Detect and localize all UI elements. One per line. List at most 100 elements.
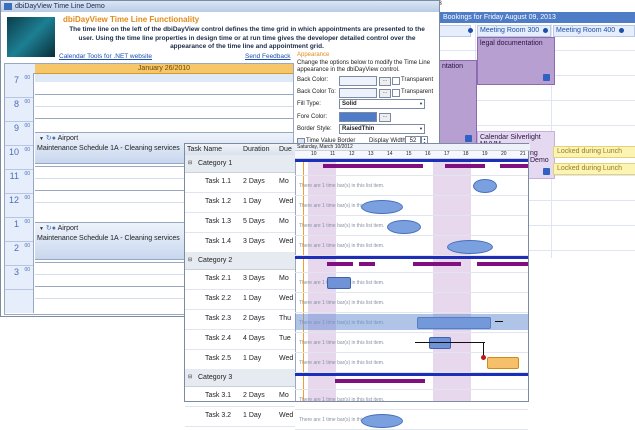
summary-bar[interactable] — [335, 379, 425, 383]
task-due: Wed — [279, 355, 294, 362]
hour-number: 3 — [13, 267, 19, 277]
collapse-icon[interactable]: ⊟ — [188, 369, 192, 386]
appointment[interactable]: ntation — [439, 60, 477, 146]
task-due: Thu — [279, 315, 292, 322]
task-due: Tue — [279, 335, 291, 342]
task-row[interactable]: Task 1.1 2 Days Mo — [185, 172, 295, 193]
appointment-label: ntation — [442, 63, 464, 70]
summary-bar[interactable] — [323, 164, 423, 168]
summary-bar[interactable] — [413, 262, 461, 266]
room-label: Meeting Room 300 — [480, 27, 540, 34]
task-row[interactable]: Task 2.3 2 Days Thu — [185, 309, 295, 330]
task-name: Task 1.4 — [205, 238, 232, 245]
timebar-ellipse[interactable] — [387, 220, 421, 234]
category-row[interactable]: ⊟ Category 1 — [185, 155, 295, 173]
column-header-task-name[interactable]: Task Name — [187, 144, 222, 155]
settings-intro: Change the options below to modify the T… — [297, 60, 431, 73]
room-header-3[interactable]: Meeting Room 400 — [553, 25, 635, 37]
timebar-highlight[interactable] — [487, 357, 519, 369]
timebar-info: There are 1 time bar(s) in this list ite… — [299, 223, 385, 229]
back-color-to-swatch[interactable] — [339, 88, 377, 98]
slot-half[interactable] — [35, 74, 293, 82]
timebar[interactable] — [327, 277, 351, 289]
border-style-label: Border Style: — [297, 126, 332, 132]
gantt-row-line — [295, 389, 528, 390]
task-name: Task 1.2 — [205, 198, 232, 205]
chevron-down-icon: ▼ — [39, 136, 44, 142]
summary-bar[interactable] — [445, 164, 485, 168]
summary-bar[interactable] — [477, 262, 528, 266]
collapse-icon[interactable]: ⊟ — [188, 155, 192, 172]
back-color-swatch[interactable] — [339, 76, 377, 86]
task-row[interactable]: Task 2.1 3 Days Mo — [185, 269, 295, 290]
category-row[interactable]: ⊟ Category 2 — [185, 252, 295, 270]
task-due: Wed — [279, 412, 294, 419]
timebar-ellipse[interactable] — [361, 414, 403, 428]
task-row[interactable]: Task 2.2 1 Day Wed — [185, 289, 295, 310]
gantt-row-line — [295, 312, 528, 313]
transparent-label: Transparent — [401, 77, 434, 83]
task-duration: 3 Days — [243, 238, 265, 245]
hour-label: 10 00 — [5, 145, 33, 170]
gantt-chart: Saturday, March 10/2012 10 11 12 13 14 15 16 17… — [295, 144, 530, 430]
task-row[interactable]: Task 2.4 4 Days Tue — [185, 329, 295, 350]
grid-line — [35, 118, 293, 119]
task-due: Mo — [279, 392, 289, 399]
task-row[interactable]: Task 3.1 2 Days Mo — [185, 386, 295, 407]
feedback-link[interactable]: Send Feedback — [245, 53, 291, 60]
gantt-row-line — [295, 195, 528, 196]
timebar-ellipse[interactable] — [473, 179, 497, 193]
task-duration: 1 Day — [243, 355, 262, 362]
task-row[interactable]: Task 1.3 5 Days Mo — [185, 212, 295, 233]
task-row[interactable]: Task 1.4 3 Days Wed — [185, 232, 295, 253]
fill-type-select[interactable]: Solid — [339, 99, 425, 109]
back-color-picker-button[interactable]: ... — [379, 77, 391, 86]
time-tick: 18 — [463, 151, 469, 157]
tools-link[interactable]: Calendar Tools for .NET website — [59, 53, 152, 60]
task-duration: 5 Days — [243, 218, 265, 225]
appointment-label: legal documentation — [480, 40, 543, 47]
hour-label: 9 00 — [5, 121, 33, 146]
appointment-title: Airport — [57, 135, 79, 142]
minute-label: 00 — [24, 267, 30, 273]
back-color-to-picker-button[interactable]: ... — [379, 89, 391, 98]
collapse-icon[interactable]: ⊟ — [188, 252, 192, 269]
date-header[interactable]: January 26/2010 — [35, 64, 293, 74]
gantt-row-line — [295, 352, 528, 353]
timebar[interactable] — [429, 337, 451, 349]
summary-bar[interactable] — [327, 262, 353, 266]
time-tick: 14 — [387, 151, 393, 157]
summary-bar[interactable] — [359, 262, 375, 266]
room-header-2[interactable]: Meeting Room 300 — [477, 25, 551, 37]
column-header-duration[interactable]: Duration — [243, 144, 269, 155]
task-name: Task 1.1 — [205, 178, 232, 185]
back-to-transparent-checkbox[interactable] — [392, 89, 400, 97]
timebar-ellipse[interactable] — [361, 200, 403, 214]
hour-label: 7 00 — [5, 73, 33, 98]
fore-color-picker-button[interactable]: ... — [379, 113, 391, 122]
task-due: Wed — [279, 198, 294, 205]
task-row[interactable]: Task 2.5 1 Day Wed — [185, 349, 295, 370]
task-duration: 3 Days — [243, 275, 265, 282]
dependency-line — [415, 342, 485, 343]
category-row[interactable]: ⊟ Category 3 — [185, 369, 295, 387]
window-title: dbiDayView Time Line Demo — [15, 3, 105, 10]
back-transparent-checkbox[interactable] — [392, 77, 400, 85]
minute-label: 00 — [24, 75, 30, 81]
minute-label: 00 — [24, 171, 30, 177]
time-tick: 17 — [444, 151, 450, 157]
task-due: Mo — [279, 178, 289, 185]
task-duration: 2 Days — [243, 392, 265, 399]
minute-label: 00 — [24, 195, 30, 201]
task-row[interactable]: Task 1.2 1 Day Wed — [185, 192, 295, 213]
gantt-date-label: Saturday, March 10/2012 — [295, 144, 530, 151]
hour-number: 11 — [9, 171, 19, 181]
time-tick: 13 — [368, 151, 374, 157]
fore-color-swatch[interactable] — [339, 112, 377, 122]
time-tick: 12 — [349, 151, 355, 157]
summary-bar[interactable] — [500, 164, 528, 168]
timebar-ellipse[interactable] — [447, 240, 493, 254]
task-row[interactable]: Task 3.2 1 Day Wed — [185, 406, 295, 427]
title-bar[interactable]: dbiDayView Time Line Demo — [1, 1, 439, 12]
border-style-select[interactable]: RaisedThin — [339, 124, 425, 134]
